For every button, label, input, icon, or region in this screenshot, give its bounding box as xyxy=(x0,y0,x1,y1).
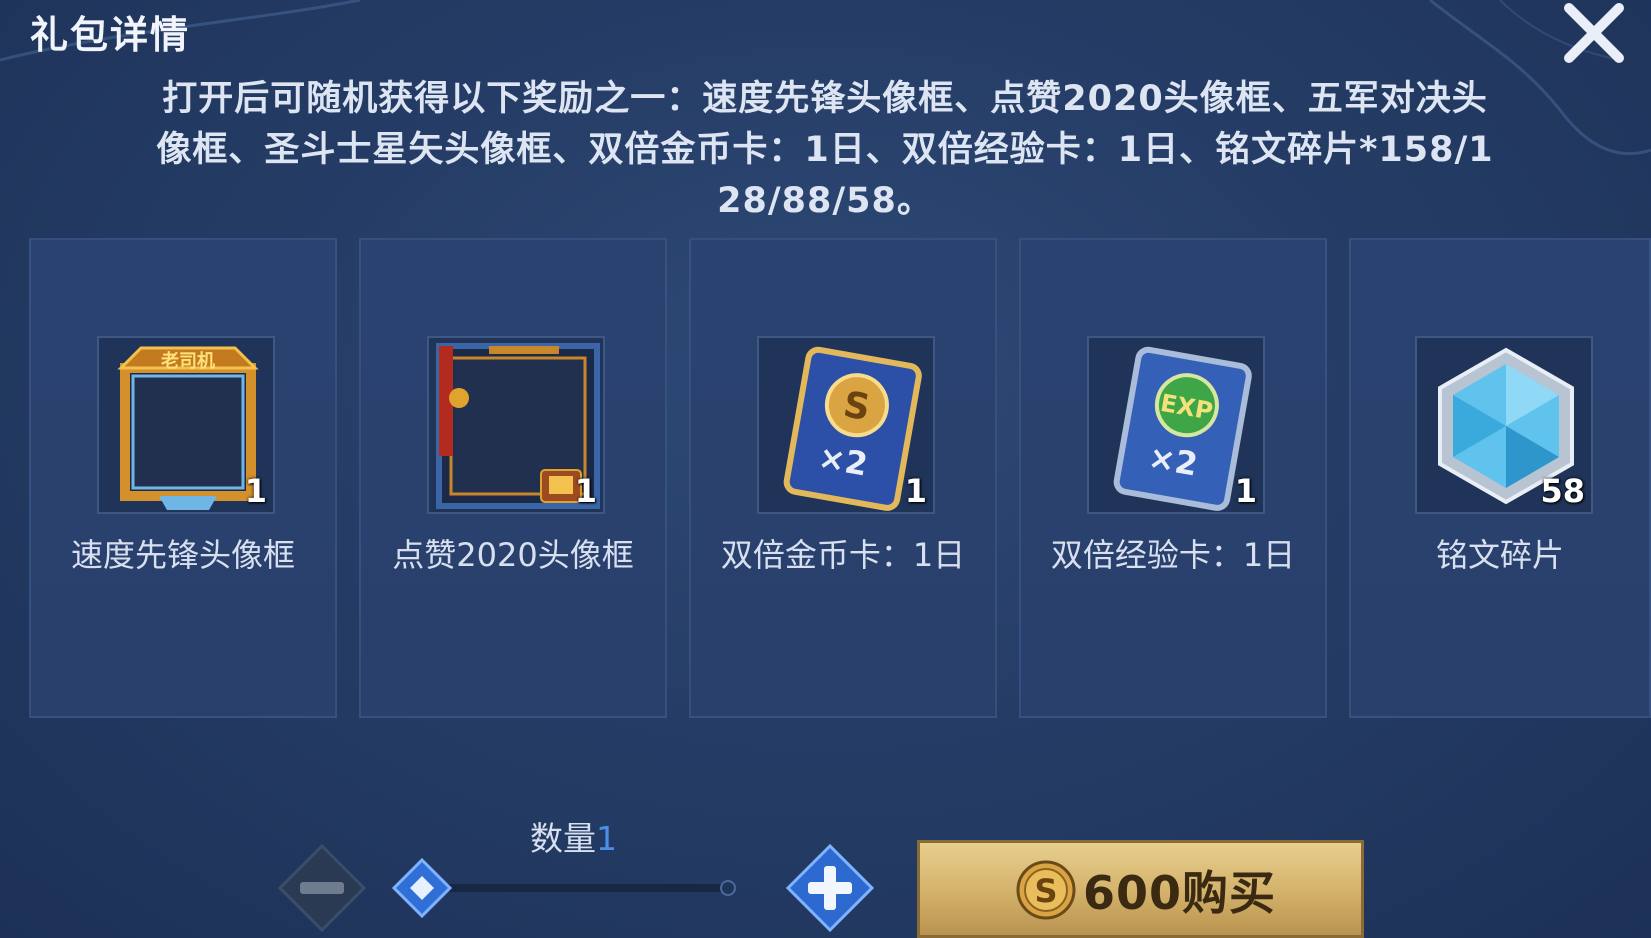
reward-name: 铭文碎片 xyxy=(1435,536,1564,574)
reward-count: 58 xyxy=(1540,472,1585,510)
reward-name: 双倍经验卡：1日 xyxy=(1050,536,1296,574)
gold-coin-icon: S xyxy=(1016,860,1076,920)
quantity-slider[interactable] xyxy=(390,857,740,919)
svg-text:S: S xyxy=(1034,872,1057,910)
reward-card-speed-frame[interactable]: 老司机 1 速度先锋头像框 xyxy=(29,238,337,718)
reward-icon-box: S ×2 1 xyxy=(757,336,935,514)
plus-icon xyxy=(785,843,875,933)
reward-icon-box: EXP ×2 1 xyxy=(1087,336,1265,514)
frame-badge-text: 老司机 xyxy=(161,350,215,372)
buy-button[interactable]: S 600购买 xyxy=(917,840,1364,938)
reward-count: 1 xyxy=(904,472,927,510)
description-line: 28/88/58。 xyxy=(717,181,933,221)
reward-card-like-frame[interactable]: 1 点赞2020头像框 xyxy=(359,238,667,718)
dialog-title: 礼包详情 xyxy=(30,13,191,57)
reward-card-double-exp[interactable]: EXP ×2 1 双倍经验卡：1日 xyxy=(1019,238,1327,718)
reward-count: 1 xyxy=(1234,472,1257,510)
quantity-label-text: 数量 xyxy=(530,819,596,858)
reward-name: 点赞2020头像框 xyxy=(392,536,634,574)
quantity-label: 数量1 xyxy=(530,812,617,860)
buy-button-label: 600购买 xyxy=(1083,866,1277,920)
quantity-value: 1 xyxy=(596,819,617,858)
reward-card-double-gold[interactable]: S ×2 1 双倍金币卡：1日 xyxy=(689,238,997,718)
reward-icon-box: 58 xyxy=(1415,336,1593,514)
close-button[interactable] xyxy=(1561,2,1627,64)
close-icon xyxy=(1564,3,1624,63)
reward-list: 老司机 1 速度先锋头像框 1 点赞2020头像框 S ×2 1 双倍金币卡：1… xyxy=(29,238,1651,718)
reward-name: 速度先锋头像框 xyxy=(70,536,295,574)
slider-thumb[interactable] xyxy=(391,857,453,919)
reward-card-inscription-fragment[interactable]: 58 铭文碎片 xyxy=(1349,238,1651,718)
reward-icon-box: 1 xyxy=(427,336,605,514)
reward-count: 1 xyxy=(244,472,267,510)
reward-icon-box: 老司机 1 xyxy=(97,336,275,514)
description-line: 打开后可随机获得以下奖励之一：速度先锋头像框、点赞2020头像框、五军对决头 xyxy=(162,79,1488,119)
minus-icon xyxy=(277,843,367,933)
increase-quantity-button[interactable] xyxy=(784,842,876,934)
reward-name: 双倍金币卡：1日 xyxy=(720,536,966,574)
decrease-quantity-button[interactable] xyxy=(276,842,368,934)
reward-count: 1 xyxy=(574,472,597,510)
description-line: 像框、圣斗士星矢头像框、双倍金币卡：1日、双倍经验卡：1日、铭文碎片*158/1 xyxy=(156,130,1494,170)
gift-description: 打开后可随机获得以下奖励之一：速度先锋头像框、点赞2020头像框、五军对决头 像… xyxy=(60,74,1590,227)
